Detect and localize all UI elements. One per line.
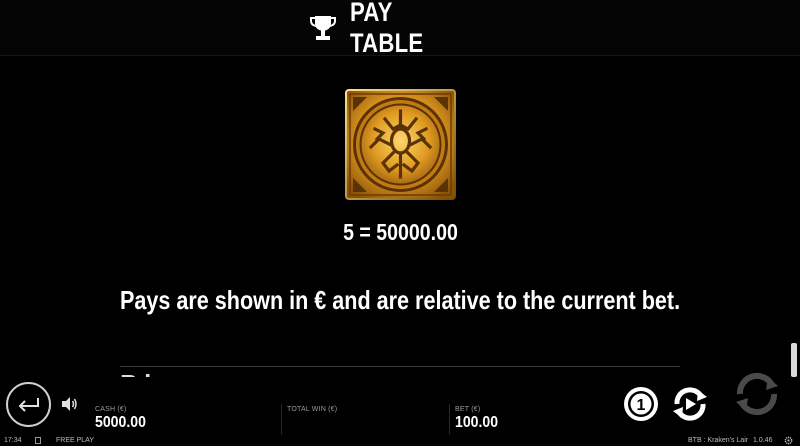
paytable-content[interactable]: 5 = 50000.00 Pays are shown in € and are…	[0, 57, 800, 377]
svg-text:1: 1	[637, 397, 646, 414]
status-bar: 17:34 FREE PLAY BTB : Kraken's Lair 1.0.…	[0, 436, 800, 446]
footer-separator	[449, 404, 450, 434]
spin-button[interactable]	[732, 369, 782, 419]
cash-label: CASH (€)	[95, 406, 127, 413]
game-name: BTB : Kraken's Lair	[688, 437, 749, 444]
header: PAY TABLE	[0, 0, 800, 58]
total-win-label: TOTAL WIN (€)	[287, 406, 338, 413]
symbol-pay-line: 5 = 50000.00	[342, 219, 458, 245]
autoplay-button[interactable]	[671, 385, 709, 423]
bet-level-button[interactable]: 1	[622, 385, 660, 423]
clock: 17:34	[4, 437, 22, 444]
section-divider	[120, 366, 680, 367]
kraken-emblem-icon	[345, 89, 456, 200]
document-icon	[35, 437, 41, 444]
gear-icon[interactable]	[784, 436, 793, 445]
game-version: 1.0.46	[753, 437, 773, 444]
scrollbar-thumb[interactable]	[791, 343, 797, 377]
back-arrow-icon	[18, 397, 39, 412]
cash-display: CASH (€) 5000.00	[95, 406, 153, 432]
bet-display: BET (€) 100.00	[455, 406, 504, 432]
footer-separator	[281, 404, 282, 434]
back-button[interactable]	[6, 382, 51, 427]
scrollbar[interactable]	[789, 57, 800, 377]
cash-value: 5000.00	[95, 414, 146, 431]
trophy-icon	[310, 15, 336, 40]
sound-icon[interactable]	[60, 395, 78, 413]
total-win-display: TOTAL WIN (€)	[287, 406, 337, 413]
page-title: PAY TABLE	[350, 0, 424, 58]
play-mode: FREE PLAY	[56, 437, 94, 444]
bet-label: BET (€)	[455, 406, 481, 413]
bet-value: 100.00	[455, 414, 499, 431]
next-section-heading-partial: P l	[120, 369, 151, 377]
pays-info-text: Pays are shown in € and are relative to …	[120, 285, 681, 315]
